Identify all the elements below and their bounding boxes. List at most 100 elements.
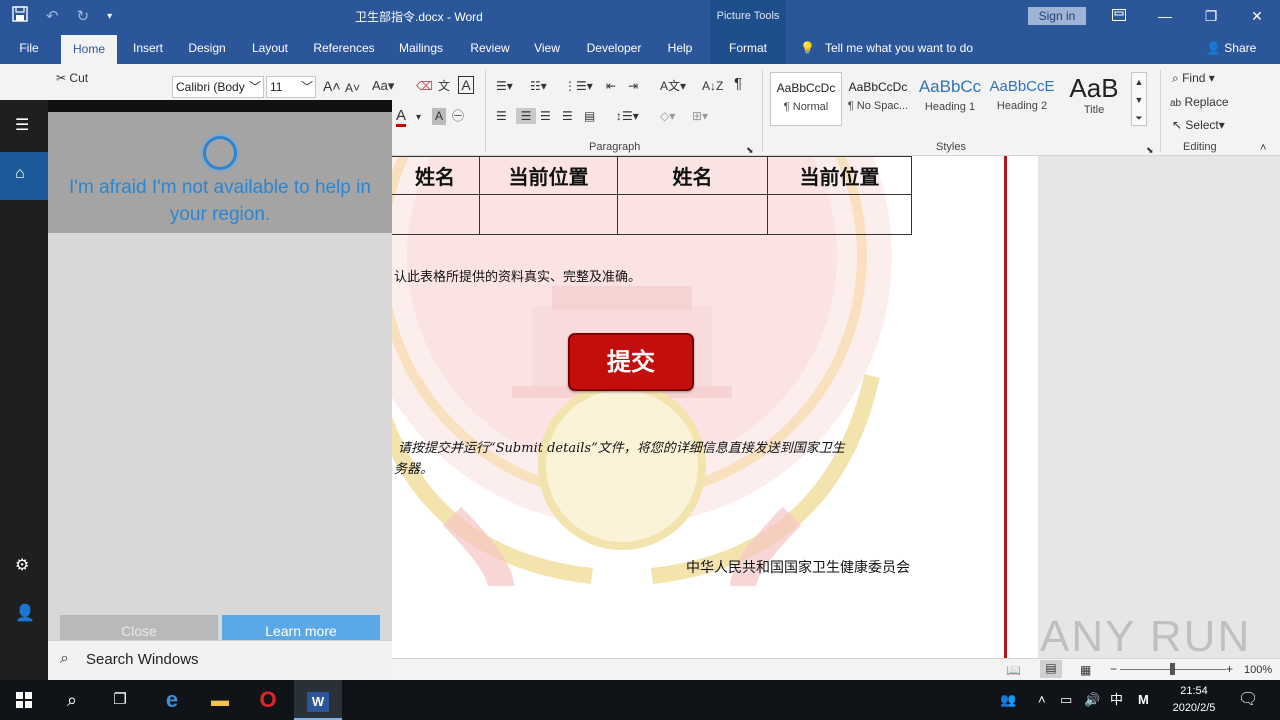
asian-layout-icon[interactable]: A文▾ xyxy=(660,78,686,94)
increase-indent-icon[interactable]: ⇥ xyxy=(628,78,638,94)
show-formatting-marks-icon[interactable]: ¶ xyxy=(734,76,742,92)
search-input[interactable]: Search Windows xyxy=(86,651,199,668)
table-cell[interactable] xyxy=(767,194,912,235)
collapse-ribbon-icon[interactable]: ˄ xyxy=(1260,140,1266,156)
zoom-out-icon[interactable]: − xyxy=(1110,661,1117,677)
zoom-in-icon[interactable]: + xyxy=(1226,661,1233,677)
share-button[interactable]: 👤 Share xyxy=(1206,32,1256,64)
cortana-close-button[interactable]: Close xyxy=(60,615,218,641)
character-border-icon[interactable]: A xyxy=(458,76,474,94)
sort-icon[interactable]: A↓Z xyxy=(702,78,723,94)
align-right-icon[interactable]: ☰ xyxy=(540,108,551,124)
tab-references[interactable]: References xyxy=(306,32,382,64)
table-cell[interactable] xyxy=(392,194,480,235)
network-icon[interactable]: ▭ xyxy=(1060,680,1072,720)
enclose-characters-icon[interactable]: ㊀ xyxy=(452,108,464,124)
grow-font-icon[interactable]: A˄ xyxy=(323,78,341,94)
style-heading-1[interactable]: AaBbCc Heading 1 xyxy=(914,72,986,126)
volume-icon[interactable]: 🔊 xyxy=(1084,680,1100,720)
decrease-indent-icon[interactable]: ⇤ xyxy=(606,78,616,94)
people-icon[interactable]: 👥 xyxy=(1000,680,1016,720)
select-button[interactable]: ↖ Select▾ xyxy=(1172,117,1225,133)
chevron-down-icon[interactable]: ▾ xyxy=(416,110,421,126)
table-cell[interactable] xyxy=(479,194,618,235)
task-view-icon[interactable]: ❐ xyxy=(96,680,144,720)
search-icon[interactable]: ⌕ xyxy=(48,680,96,720)
home-nav-button[interactable]: ⌂ xyxy=(0,152,48,200)
tab-developer[interactable]: Developer xyxy=(580,32,648,64)
undo-icon[interactable]: ↶ xyxy=(46,7,59,27)
style-heading-2[interactable]: AaBbCcE Heading 2 xyxy=(986,72,1058,126)
edge-browser-icon[interactable]: e xyxy=(148,680,196,720)
line-spacing-icon[interactable]: ↕☰▾ xyxy=(616,108,639,124)
tab-mailings[interactable]: Mailings xyxy=(390,32,452,64)
tab-insert[interactable]: Insert xyxy=(124,32,172,64)
zoom-slider-thumb[interactable] xyxy=(1170,663,1175,675)
cortana-learn-more-button[interactable]: Learn more xyxy=(222,615,380,641)
restore-button[interactable]: ❐ xyxy=(1188,0,1234,32)
clear-formatting-icon[interactable]: ⌫ xyxy=(416,78,433,94)
shrink-font-icon[interactable]: A˅ xyxy=(345,80,360,96)
style-no-spacing[interactable]: AaBbCcDc ¶ No Spac... xyxy=(842,72,914,126)
tab-design[interactable]: Design xyxy=(180,32,234,64)
system-clock[interactable]: 21:54 2020/2/5 xyxy=(1164,683,1224,717)
ime-mode[interactable]: M xyxy=(1138,680,1149,720)
organization-signature: 中华人民共和国国家卫生健康委员会 xyxy=(686,560,910,576)
tab-layout[interactable]: Layout xyxy=(242,32,298,64)
replace-button[interactable]: ab Replace xyxy=(1170,94,1229,112)
save-icon[interactable] xyxy=(12,6,28,28)
feedback-icon[interactable]: 👤 xyxy=(15,606,35,622)
tab-file[interactable]: File xyxy=(8,32,50,64)
windows-search-box[interactable]: ⌕ Search Windows xyxy=(48,640,392,680)
opera-browser-icon[interactable]: O xyxy=(244,680,292,720)
character-shading-icon[interactable]: A xyxy=(432,108,446,125)
tell-me-search[interactable]: 💡 Tell me what you want to do xyxy=(800,32,973,64)
ime-language[interactable]: 中 xyxy=(1110,680,1123,720)
align-left-icon[interactable]: ☰ xyxy=(496,108,507,124)
sign-in-button[interactable]: Sign in xyxy=(1028,7,1086,25)
zoom-level[interactable]: 100% xyxy=(1244,662,1272,678)
file-explorer-icon[interactable]: ▬ xyxy=(196,680,244,720)
ribbon-display-options-icon[interactable] xyxy=(1096,0,1142,32)
bullets-icon[interactable]: ☰▾ xyxy=(496,78,513,94)
submit-button-image[interactable]: 提交 xyxy=(568,333,694,391)
tab-help[interactable]: Help xyxy=(660,32,700,64)
styles-gallery-scroll[interactable]: ▲ ▼ ⏷ xyxy=(1131,72,1147,126)
start-windows-icon[interactable] xyxy=(0,680,48,720)
notifications-icon[interactable]: 🗨 xyxy=(1238,680,1258,720)
close-window-button[interactable]: ✕ xyxy=(1234,0,1280,32)
read-mode-icon[interactable]: 📖 xyxy=(1006,662,1021,678)
font-color-icon[interactable]: A xyxy=(396,108,407,127)
show-hidden-icons-icon[interactable]: ˄ xyxy=(1038,680,1046,720)
customize-qat-icon[interactable]: ▾ xyxy=(107,7,112,27)
table-cell[interactable] xyxy=(617,194,768,235)
borders-icon[interactable]: ⊞▾ xyxy=(692,108,708,124)
numbering-icon[interactable]: ☷▾ xyxy=(530,78,547,94)
style-normal[interactable]: AaBbCcDc ¶ Normal xyxy=(770,72,842,126)
style-title[interactable]: AaB Title xyxy=(1058,72,1130,126)
tab-review[interactable]: Review xyxy=(462,32,518,64)
change-case-icon[interactable]: Aa▾ xyxy=(372,78,394,94)
multilevel-list-icon[interactable]: ⋮☰▾ xyxy=(564,78,593,94)
minimize-button[interactable]: — xyxy=(1142,0,1188,32)
font-name-dropdown[interactable]: Calibri (Body ﹀ xyxy=(172,76,264,98)
tab-format[interactable]: Format xyxy=(710,32,786,64)
font-size-dropdown[interactable]: 11 ﹀ xyxy=(266,76,316,98)
distributed-icon[interactable]: ▤ xyxy=(584,108,595,124)
hamburger-menu-icon[interactable]: ☰ xyxy=(15,118,29,134)
align-center-icon[interactable]: ☰ xyxy=(516,108,536,124)
print-layout-icon[interactable]: ▤ xyxy=(1040,660,1062,678)
tab-home[interactable]: Home xyxy=(61,35,117,64)
tab-view[interactable]: View xyxy=(526,32,568,64)
shading-icon[interactable]: ◇▾ xyxy=(660,108,675,124)
phonetic-guide-icon[interactable]: 文 xyxy=(438,78,450,94)
web-layout-icon[interactable]: ▦ xyxy=(1080,662,1091,678)
redo-icon[interactable]: ↻ xyxy=(77,7,90,27)
word-app-icon[interactable]: W xyxy=(294,680,342,720)
settings-gear-icon[interactable]: ⚙ xyxy=(15,558,29,574)
select-label: Select xyxy=(1185,118,1219,132)
find-button[interactable]: ⌕ Find ▾ xyxy=(1172,70,1215,86)
cut-button[interactable]: ✂ Cut xyxy=(56,70,88,86)
document-page[interactable]: 姓名 当前位置 姓名 当前位置 认此表格所提供的资料真实、完整及准确。 提交 请… xyxy=(392,156,1038,658)
justify-icon[interactable]: ☰ xyxy=(562,108,573,124)
